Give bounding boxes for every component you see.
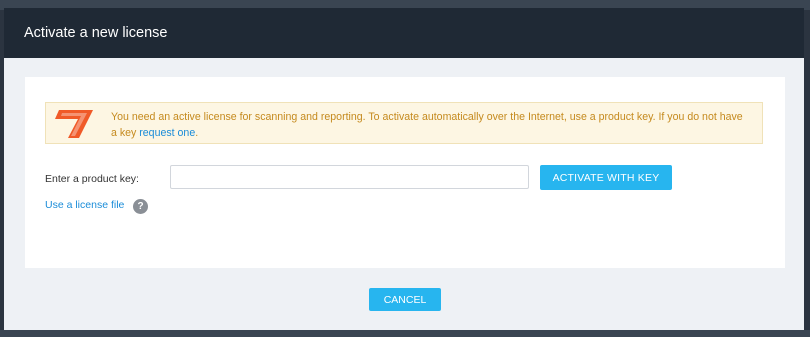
activate-with-key-button[interactable]: ACTIVATE WITH KEY: [540, 165, 672, 190]
product-key-input[interactable]: [170, 165, 529, 189]
help-icon[interactable]: ?: [133, 199, 148, 214]
backdrop-bottom: [0, 330, 810, 337]
license-warning-alert: You need an active license for scanning …: [45, 102, 763, 144]
activate-license-dialog: Activate a new license You need an activ…: [4, 8, 804, 330]
cancel-button[interactable]: CANCEL: [369, 288, 441, 311]
dialog-header: Activate a new license: [4, 8, 804, 58]
use-license-file-link[interactable]: Use a license file: [45, 199, 124, 211]
alert-message: You need an active license for scanning …: [111, 109, 748, 141]
dialog-title: Activate a new license: [24, 25, 168, 41]
acunetix-logo-icon: [55, 110, 93, 138]
alert-text: You need an active license for scanning …: [111, 111, 743, 139]
dialog-body: You need an active license for scanning …: [25, 77, 785, 268]
product-key-label: Enter a product key:: [45, 173, 139, 185]
request-one-link[interactable]: request one: [139, 127, 195, 139]
alert-suffix: .: [195, 127, 199, 139]
